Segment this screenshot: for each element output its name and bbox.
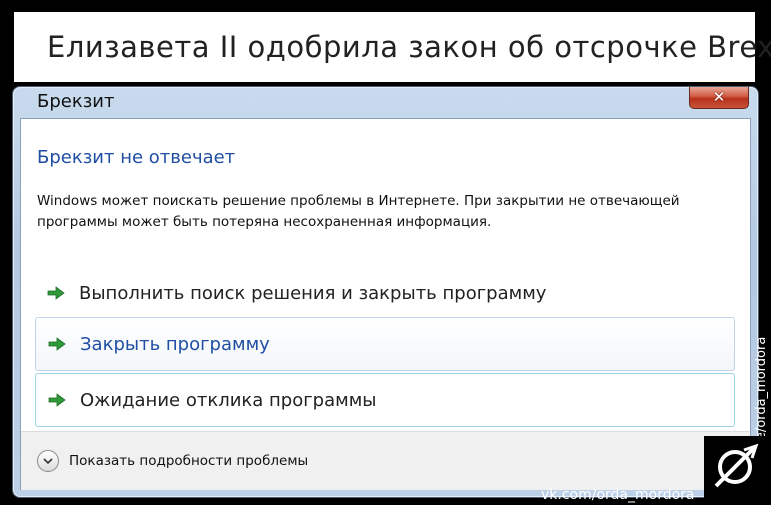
close-icon: ✕: [712, 88, 726, 106]
window-title: Брекзит: [37, 91, 115, 112]
meme-caption-bar: Елизавета II одобрила закон об отсрочке …: [14, 12, 771, 82]
details-bar: Показать подробности проблемы: [21, 431, 750, 490]
arrow-right-icon: [48, 393, 66, 407]
show-details-link[interactable]: Показать подробности проблемы: [69, 453, 308, 469]
arrow-right-icon: [48, 337, 66, 351]
option-wait-response[interactable]: Ожидание отклика программы: [35, 373, 735, 427]
option-label: Закрыть программу: [80, 333, 270, 355]
dialog-window: Брекзит ✕ Брекзит не отвечает Windows мо…: [12, 86, 759, 498]
chevron-down-icon[interactable]: [37, 450, 59, 472]
close-button[interactable]: ✕: [689, 87, 749, 109]
watermark-vk: vk.com/orda_mordora: [541, 487, 695, 503]
option-label: Ожидание отклика программы: [80, 389, 377, 411]
dialog-client-area: Брекзит не отвечает Windows может поиска…: [20, 118, 751, 490]
dialog-message: Windows может поискать решение проблемы …: [37, 193, 680, 230]
arrow-right-icon: [47, 286, 65, 300]
meme-title: Елизавета II одобрила закон об отсрочке …: [47, 30, 771, 64]
option-search-and-close[interactable]: Выполнить поиск решения и закрыть програ…: [35, 266, 735, 320]
option-close-program[interactable]: Закрыть программу: [35, 317, 735, 371]
option-label: Выполнить поиск решения и закрыть програ…: [79, 282, 547, 304]
dialog-heading: Брекзит не отвечает: [37, 147, 236, 168]
logo-icon: [704, 436, 766, 498]
